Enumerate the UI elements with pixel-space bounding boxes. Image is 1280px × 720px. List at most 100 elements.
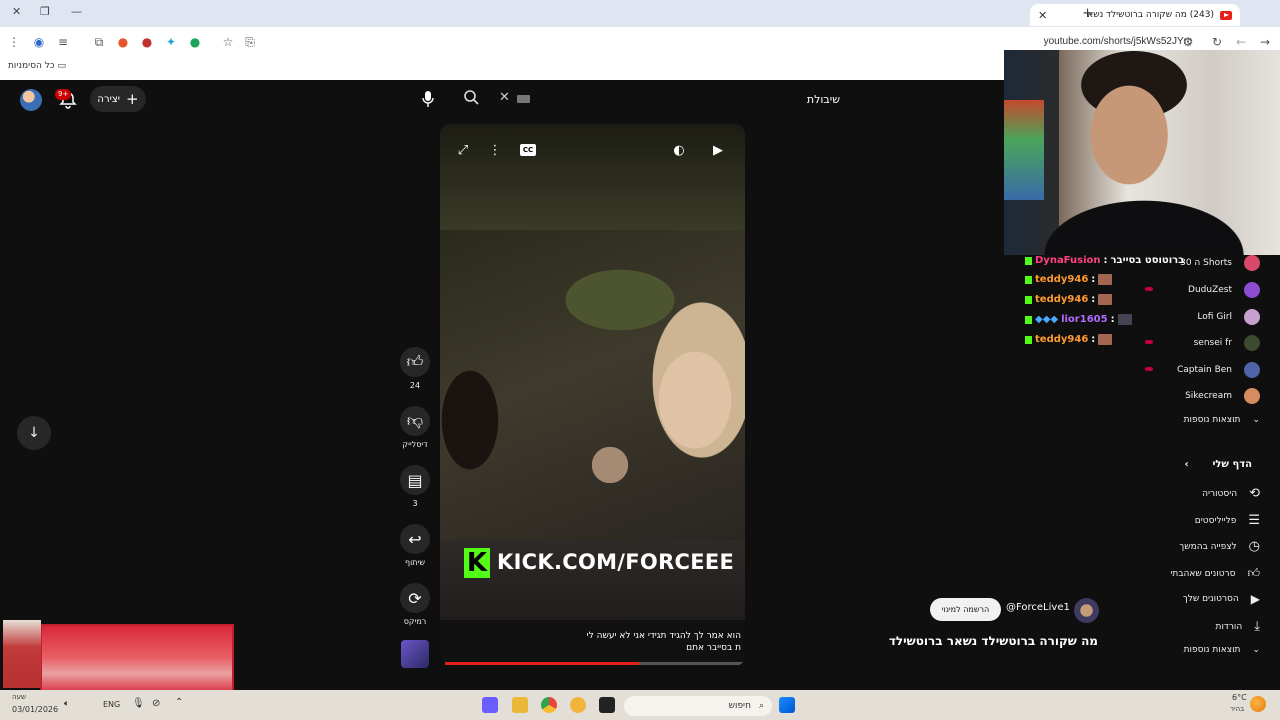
dislike-button[interactable]: 👎︎ דיסלייק (400, 406, 430, 449)
webcam-background-art (1004, 100, 1044, 200)
video-progress-bar[interactable] (445, 662, 743, 665)
extension-3-icon[interactable]: ✦ (163, 34, 179, 50)
watch-later-icon: ◷ (1248, 539, 1260, 554)
all-bookmarks[interactable]: כל הסימניות ▭ (8, 61, 66, 71)
your-videos-icon: ▶ (1250, 592, 1260, 606)
menu-icon[interactable]: ⋮ (6, 34, 22, 50)
window-minimize-icon[interactable]: — (71, 5, 82, 18)
subscription-item[interactable]: Lofi Girl (1197, 309, 1260, 325)
plus-icon: + (126, 90, 139, 108)
weather-sun-icon[interactable] (1250, 696, 1266, 712)
remix-button[interactable]: ⟳ רמיקס (400, 583, 430, 626)
remix-label: רמיקס (403, 617, 427, 626)
clock-time[interactable]: שעה (12, 693, 26, 701)
chat-username: teddy946 (1035, 274, 1089, 285)
fullscreen-icon[interactable]: ⤢ (452, 140, 474, 162)
chat-username: DynaFusion (1035, 255, 1101, 266)
close-tab-icon[interactable]: ✕ (1038, 9, 1047, 22)
shorts-video-player[interactable]: K KICK.COM/FORCEEE הוא אמר לך להגיד תגיד… (440, 124, 745, 666)
browser-tab[interactable]: (243) מה שקורה ברוטשילד נשא ✕ (1030, 4, 1240, 26)
chrome-icon[interactable] (541, 697, 557, 713)
sidebar-item-playlists[interactable]: פלייליסטים ☰ (1195, 513, 1260, 528)
language-indicator[interactable]: ENG (103, 700, 120, 709)
captions-icon[interactable]: CC (520, 144, 536, 156)
like-count: 24 (409, 381, 421, 390)
show-more-subscriptions[interactable]: תוצאות נוספות ⌄ (1184, 415, 1260, 425)
taskbar-search[interactable]: חיפוש ⌕ (624, 696, 772, 716)
site-settings-icon[interactable]: ⚙ (1180, 34, 1196, 50)
extension-2-icon[interactable]: ● (139, 34, 155, 50)
ad-banner[interactable] (40, 624, 234, 696)
windows-start-icon[interactable] (779, 697, 795, 713)
create-button[interactable]: יצירה + (90, 86, 146, 112)
microphone-icon[interactable] (420, 90, 436, 108)
new-tab-icon[interactable]: + (1082, 6, 1093, 21)
chat-message: teddy946: (1025, 334, 1113, 345)
cast-icon[interactable]: ≡ (55, 34, 71, 50)
short-title: מה שקורה ברוטשילד נשאר ברוטשילד (888, 634, 1098, 648)
sidebar-item-your-videos[interactable]: הסרטונים שלך ▶ (1183, 592, 1260, 606)
remix-icon: ⟳ (408, 588, 422, 608)
profile-icon[interactable]: ◉ (31, 34, 47, 50)
channel-avatar[interactable] (1074, 598, 1099, 623)
sidebar-item-watch-later[interactable]: לצפייה בהמשך ◷ (1179, 539, 1260, 554)
chat-message: DynaFusion : ברוטוסט בסייבר (1025, 255, 1184, 266)
search-input[interactable]: שיבולת (450, 84, 850, 114)
play-icon[interactable]: ▶ (707, 140, 729, 162)
like-button[interactable]: 👍︎ 24 (400, 347, 430, 390)
video-progress-fill (445, 662, 639, 665)
account-avatar[interactable] (20, 89, 42, 111)
share-page-icon[interactable]: ⎘ (242, 34, 258, 50)
subscription-item[interactable]: Sikecream (1185, 388, 1260, 404)
weather-temperature[interactable]: 6°C (1232, 693, 1247, 702)
app-icon[interactable] (570, 697, 586, 713)
comments-count: 3 (412, 499, 418, 508)
channel-avatar (1244, 309, 1260, 325)
network-off-icon[interactable]: ⊘ (152, 698, 160, 709)
subscribe-button[interactable]: הרשמה למינוי (930, 598, 1001, 621)
folder-icon: ▭ (57, 61, 66, 71)
reload-icon[interactable]: ↻ (1209, 34, 1225, 50)
badge-icons: ◆◆◆ (1035, 314, 1059, 325)
subscription-item[interactable]: ה 30 Shorts (1180, 255, 1260, 271)
subscription-item[interactable]: DuduZest (1188, 282, 1260, 298)
my-page-section-title[interactable]: הדף שלי ‹ (1184, 459, 1252, 470)
next-short-button[interactable]: ↓ (17, 416, 51, 450)
discord-icon[interactable] (482, 697, 498, 713)
show-more-my-page[interactable]: תוצאות נוספות ⌄ (1184, 645, 1260, 655)
clear-search-icon[interactable]: ✕ (499, 90, 510, 105)
window-close-icon[interactable]: ✕ (12, 5, 21, 18)
sound-thumbnail[interactable] (401, 640, 429, 668)
more-options-icon[interactable]: ⋮ (484, 140, 506, 162)
extension-4-icon[interactable]: ● (187, 34, 203, 50)
extension-1-icon[interactable]: ● (115, 34, 131, 50)
sidebar-item-downloads[interactable]: הורדות ⤓ (1216, 619, 1260, 634)
sidebar-item-history[interactable]: היסטוריה ⟲ (1202, 486, 1260, 501)
file-explorer-icon[interactable] (512, 697, 528, 713)
volume-icon[interactable]: ◐ (668, 140, 690, 162)
clock-date[interactable]: 03/01/2026 (12, 705, 58, 714)
subscription-item[interactable]: sensei fr (1194, 335, 1260, 351)
comments-button[interactable]: ▤ 3 (400, 465, 430, 508)
address-bar-url[interactable]: youtube.com/shorts/j5kWs52JYrc (1044, 36, 1192, 47)
search-icon[interactable] (463, 89, 479, 109)
microphone-tray-icon[interactable]: 🎙︎ (132, 698, 145, 709)
share-button[interactable]: ↩ שיתוף (400, 524, 430, 567)
share-label: שיתוף (404, 558, 425, 567)
keyboard-icon[interactable] (517, 95, 530, 103)
back-icon[interactable]: → (1257, 34, 1273, 50)
bookmark-star-icon[interactable]: ☆ (220, 34, 236, 50)
channel-handle[interactable]: @ForceLive1 (1006, 602, 1070, 613)
extensions-icon[interactable]: ⧉ (91, 34, 107, 50)
forward-icon[interactable]: ← (1233, 34, 1249, 50)
live-indicator (1145, 340, 1153, 344)
live-indicator (1145, 287, 1153, 291)
window-restore-icon[interactable]: ❐ (40, 5, 50, 18)
subscription-item[interactable]: Captain Ben (1177, 362, 1260, 378)
sidebar-item-liked-videos[interactable]: סרטונים שאהבתי 👍︎ (1170, 566, 1260, 581)
terminal-icon[interactable] (599, 697, 615, 713)
tray-expand-icon[interactable]: ⌃ (175, 697, 183, 708)
bookmarks-bar (0, 57, 1004, 80)
channel-avatar (1244, 255, 1260, 271)
speaker-icon[interactable]: 🔈︎ (64, 699, 69, 709)
